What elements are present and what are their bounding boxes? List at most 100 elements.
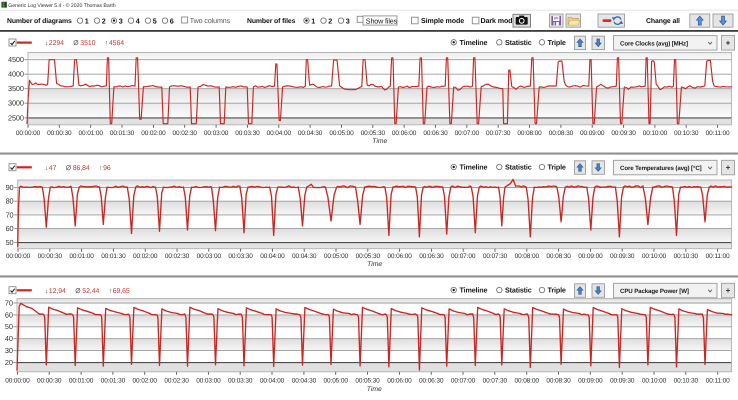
svg-text:00:00:00: 00:00:00 — [6, 253, 31, 260]
svg-text:00:10:00: 00:10:00 — [642, 378, 667, 385]
svg-text:1: 1 — [85, 16, 89, 25]
svg-text:Ø: Ø — [73, 40, 79, 47]
svg-text:00:09:00: 00:09:00 — [578, 378, 603, 385]
svg-text:2: 2 — [328, 16, 332, 25]
svg-text:00:01:00: 00:01:00 — [69, 378, 94, 385]
svg-text:20: 20 — [5, 358, 13, 367]
svg-text:Core Temperatures (avg) [°C]: Core Temperatures (avg) [°C] — [620, 165, 702, 172]
svg-text:Ø: Ø — [75, 288, 81, 295]
svg-text:6: 6 — [170, 16, 174, 25]
svg-text:Timeline: Timeline — [460, 163, 488, 172]
svg-text:00:03:00: 00:03:00 — [204, 130, 229, 137]
svg-text:00:02:00: 00:02:00 — [133, 253, 158, 260]
svg-text:00:09:00: 00:09:00 — [578, 253, 603, 260]
svg-text:00:05:30: 00:05:30 — [355, 378, 380, 385]
svg-text:00:09:00: 00:09:00 — [580, 130, 605, 137]
svg-text:00:08:00: 00:08:00 — [515, 253, 540, 260]
svg-text:00:00:30: 00:00:30 — [38, 253, 63, 260]
svg-text:00:00:30: 00:00:30 — [47, 130, 72, 137]
svg-text:00:07:00: 00:07:00 — [451, 378, 476, 385]
svg-text:00:07:00: 00:07:00 — [455, 130, 480, 137]
svg-text:00:00:30: 00:00:30 — [37, 378, 62, 385]
svg-text:5: 5 — [153, 16, 157, 25]
svg-text:Timeline: Timeline — [460, 38, 488, 47]
svg-text:00:09:30: 00:09:30 — [610, 253, 635, 260]
svg-text:69,65: 69,65 — [113, 288, 130, 295]
svg-text:↑: ↑ — [99, 165, 102, 172]
svg-text:4564: 4564 — [109, 40, 124, 47]
svg-text:Change all: Change all — [646, 18, 680, 25]
svg-text:↓: ↓ — [45, 288, 48, 295]
svg-text:3000: 3000 — [8, 99, 24, 108]
svg-text:3: 3 — [119, 16, 123, 25]
svg-text:00:06:00: 00:06:00 — [387, 253, 412, 260]
svg-text:Two columns: Two columns — [190, 17, 231, 25]
svg-text:00:06:00: 00:06:00 — [392, 130, 417, 137]
svg-text:Simple mode: Simple mode — [421, 17, 464, 25]
svg-text:00:10:30: 00:10:30 — [674, 130, 699, 137]
svg-text:00:04:30: 00:04:30 — [298, 130, 323, 137]
svg-text:60: 60 — [5, 310, 13, 319]
svg-text:Time: Time — [372, 138, 387, 145]
svg-text:2: 2 — [102, 16, 106, 25]
svg-text:↑: ↑ — [109, 288, 112, 295]
svg-text:Show files: Show files — [366, 16, 398, 25]
svg-text:↓: ↓ — [45, 40, 48, 47]
svg-text:00:07:30: 00:07:30 — [483, 253, 508, 260]
svg-text:1: 1 — [311, 16, 315, 25]
svg-text:00:03:00: 00:03:00 — [196, 378, 221, 385]
svg-text:00:08:30: 00:08:30 — [546, 253, 571, 260]
svg-text:3: 3 — [346, 16, 350, 25]
svg-text:00:06:30: 00:06:30 — [419, 378, 444, 385]
svg-text:4000: 4000 — [8, 70, 24, 79]
svg-text:Statistic: Statistic — [505, 163, 532, 172]
svg-text:00:05:00: 00:05:00 — [324, 378, 349, 385]
svg-text:96: 96 — [103, 165, 111, 172]
svg-text:00:05:30: 00:05:30 — [356, 253, 381, 260]
svg-text:90: 90 — [6, 183, 14, 192]
svg-text:00:00:00: 00:00:00 — [16, 130, 41, 137]
svg-text:60: 60 — [6, 224, 14, 233]
svg-text:Triple: Triple — [548, 38, 566, 47]
svg-text:Generic Log Viewer 5.4 - © 2: Generic Log Viewer 5.4 - © 2020 Thomas B… — [8, 3, 115, 9]
svg-text:00:11:00: 00:11:00 — [706, 130, 730, 137]
svg-text:4: 4 — [136, 16, 140, 25]
svg-text:Ø: Ø — [66, 165, 72, 172]
svg-text:00:04:30: 00:04:30 — [292, 378, 317, 385]
svg-text:↓: ↓ — [45, 165, 48, 172]
svg-text:4500: 4500 — [8, 55, 24, 64]
svg-text:00:03:30: 00:03:30 — [228, 378, 253, 385]
svg-text:00:03:30: 00:03:30 — [228, 253, 253, 260]
svg-text:00:04:00: 00:04:00 — [260, 378, 285, 385]
svg-text:00:08:00: 00:08:00 — [515, 378, 540, 385]
svg-text:00:02:30: 00:02:30 — [164, 378, 189, 385]
svg-text:00:01:30: 00:01:30 — [101, 378, 126, 385]
svg-text:Timeline: Timeline — [460, 286, 488, 295]
svg-text:00:10:30: 00:10:30 — [674, 253, 699, 260]
svg-text:00:07:30: 00:07:30 — [483, 378, 508, 385]
svg-text:3510: 3510 — [80, 40, 95, 47]
svg-text:00:06:00: 00:06:00 — [387, 378, 412, 385]
svg-text:50: 50 — [6, 238, 14, 247]
svg-text:00:06:30: 00:06:30 — [423, 130, 448, 137]
svg-text:Triple: Triple — [548, 163, 566, 172]
svg-text:00:04:00: 00:04:00 — [267, 130, 292, 137]
svg-text:00:08:30: 00:08:30 — [549, 130, 574, 137]
svg-text:00:09:30: 00:09:30 — [611, 130, 636, 137]
svg-text:00:01:00: 00:01:00 — [79, 130, 104, 137]
svg-text:00:04:00: 00:04:00 — [260, 253, 285, 260]
svg-text:70: 70 — [5, 298, 13, 307]
svg-text:00:05:00: 00:05:00 — [324, 253, 349, 260]
svg-text:00:09:30: 00:09:30 — [610, 378, 635, 385]
svg-text:70: 70 — [6, 210, 14, 219]
svg-text:00:08:00: 00:08:00 — [517, 130, 542, 137]
svg-text:00:10:00: 00:10:00 — [642, 253, 667, 260]
svg-text:50: 50 — [5, 322, 13, 331]
svg-text:40: 40 — [5, 334, 13, 343]
svg-text:00:04:30: 00:04:30 — [292, 253, 317, 260]
svg-text:↑: ↑ — [105, 40, 108, 47]
svg-text:00:02:00: 00:02:00 — [141, 130, 166, 137]
svg-text:Triple: Triple — [548, 286, 566, 295]
svg-text:30: 30 — [5, 346, 13, 355]
svg-text:47: 47 — [49, 165, 57, 172]
